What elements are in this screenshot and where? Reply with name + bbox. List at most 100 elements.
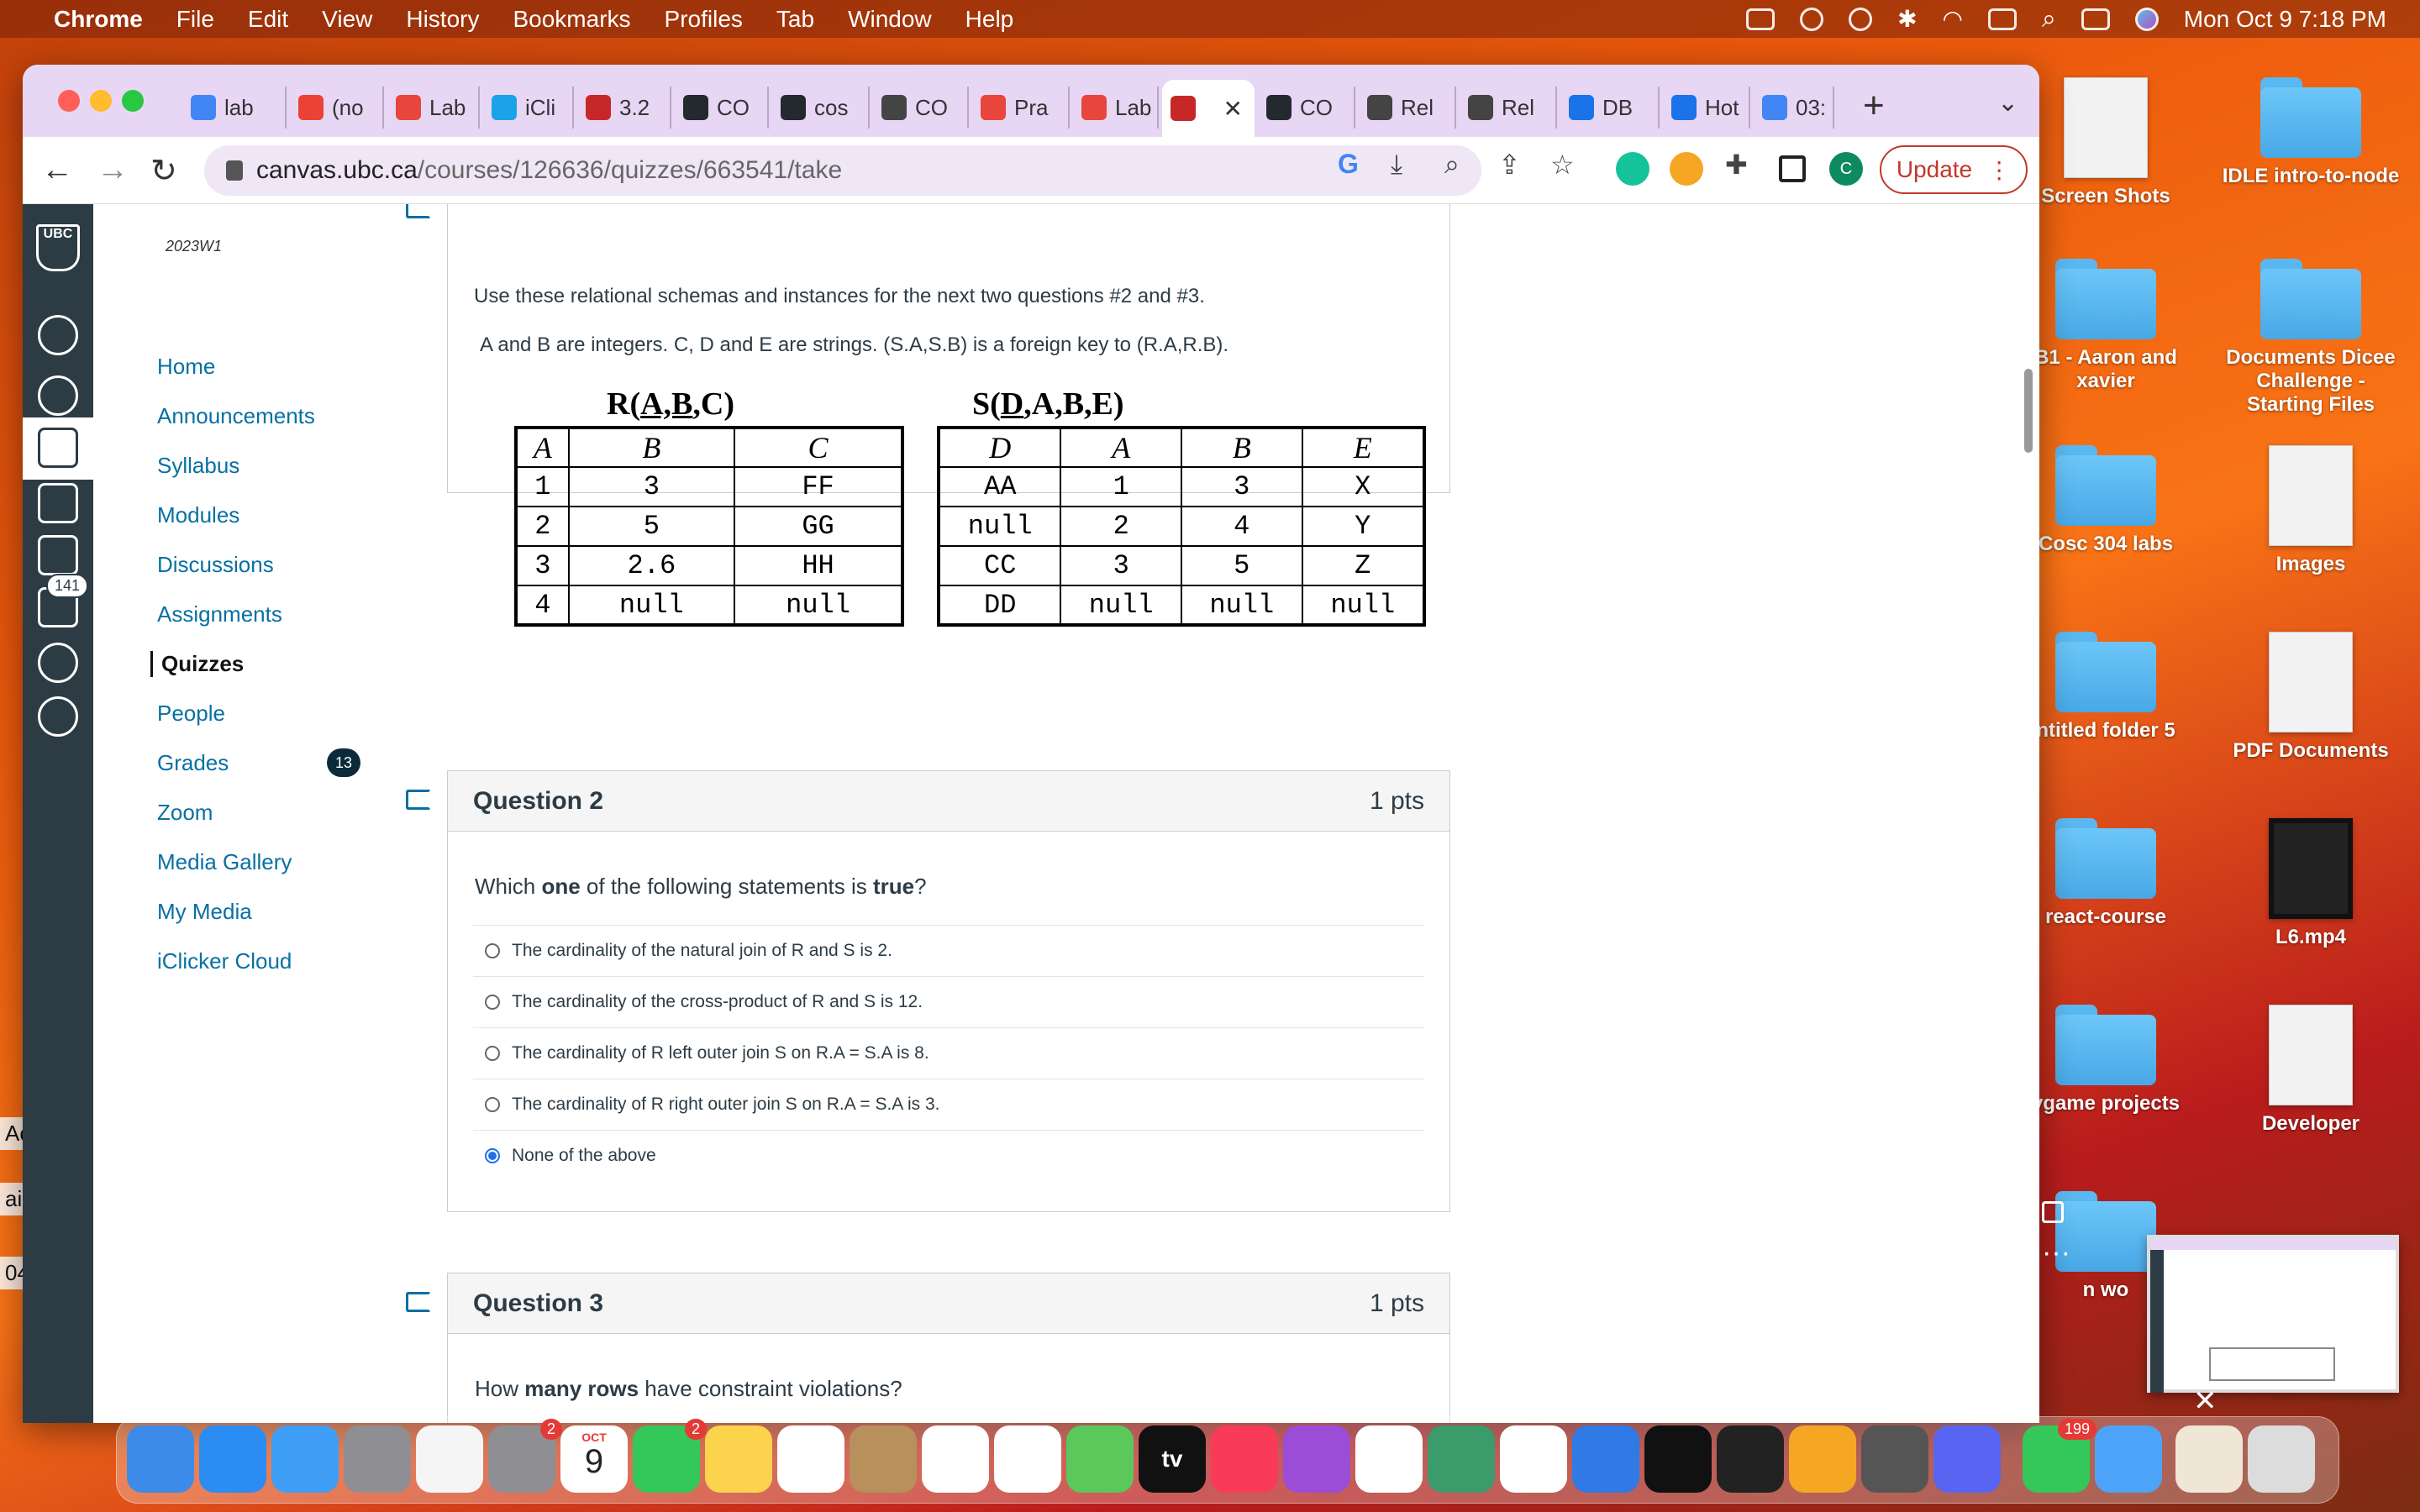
desktop-item[interactable]: IDLE intro-to-node [2218,77,2403,188]
maps-icon[interactable] [1066,1425,1134,1493]
browser-tab[interactable]: 3.2 [577,87,671,129]
screenshot-thumbnail[interactable] [2147,1235,2399,1393]
browser-tab[interactable]: lab [182,87,287,129]
menu-item[interactable]: History [406,6,479,33]
new-tab-icon[interactable]: + [1863,85,1885,127]
close-window-button[interactable] [58,90,80,112]
dashboard-icon[interactable] [38,375,78,416]
desktop-item[interactable]: B1 - Aaron and xavier [2013,259,2198,393]
course-nav-item[interactable]: People [157,701,225,727]
answer-radio[interactable] [485,1097,500,1112]
desktop-item[interactable]: Developer [2218,1005,2403,1136]
courses-icon[interactable] [38,428,78,468]
menu-item[interactable]: Help [965,6,1014,33]
flag-question-icon[interactable] [406,1292,431,1312]
install-app-icon[interactable]: ⤓ [1391,149,1402,181]
browser-tab[interactable]: 03: [1754,87,1834,129]
answer-radio[interactable] [485,943,500,958]
answer-option[interactable]: The cardinality of R right outer join S … [473,1079,1424,1130]
mail-icon[interactable] [271,1425,339,1493]
launchpad-icon[interactable] [344,1425,411,1493]
menu-clock[interactable]: Mon Oct 9 7:18 PM [2184,6,2386,33]
desktop-item[interactable]: ygame projects [2013,1005,2198,1116]
browser-tab[interactable]: Lab [1073,87,1159,129]
facetime-icon[interactable]: 2 [633,1419,707,1493]
news-icon[interactable] [1355,1425,1423,1493]
course-nav-item[interactable]: Assignments [157,601,282,627]
desktop-item[interactable]: Screen Shots [2013,77,2198,208]
side-panel-icon[interactable] [1779,155,1806,182]
notes-icon[interactable] [705,1425,772,1493]
kebab-menu-icon[interactable]: ⋮ [1987,156,2011,184]
settings-icon[interactable]: 2 [488,1419,562,1493]
close-thumbnail-icon[interactable]: ✕ [2193,1384,2217,1418]
airdrop-icon[interactable] [1800,7,1824,31]
appletv-icon[interactable]: tv [1139,1425,1206,1493]
answer-radio[interactable] [485,1046,500,1061]
more-dots-icon[interactable]: ··· [2042,1236,2084,1269]
menu-item[interactable]: Chrome [54,6,143,33]
zoom-icon[interactable]: ⌕ [1444,149,1460,181]
minimize-window-button[interactable] [90,90,112,112]
calendar-icon[interactable] [38,535,78,575]
spotify-icon[interactable] [1644,1425,1712,1493]
browser-tab[interactable]: CO [675,87,769,129]
browser-tab[interactable]: (no [290,87,384,129]
focus-moon-icon[interactable] [1849,7,1873,31]
course-nav-item[interactable]: Modules [157,502,239,528]
forward-icon[interactable]: → [97,152,129,188]
course-nav-item[interactable]: Announcements [157,403,315,429]
browser-tab[interactable]: ✕ [1162,80,1255,137]
page-scrollbar[interactable] [2024,369,2033,453]
course-nav-item[interactable]: Grades [157,750,229,776]
extension-icon[interactable] [1670,152,1703,186]
spotlight-search-icon[interactable]: ⌕ [2042,5,2056,34]
extensions-puzzle-icon[interactable]: ✚ [1725,149,1748,181]
discord-icon[interactable] [1933,1425,2001,1493]
flag-question-icon[interactable] [406,790,431,810]
music-icon[interactable] [1211,1425,1278,1493]
browser-tab[interactable]: Hot [1663,87,1750,129]
groups-icon[interactable] [38,483,78,523]
menu-item[interactable]: File [176,6,214,33]
messages-icon[interactable]: 199 [2023,1419,2096,1493]
desktop-item[interactable]: Images [2218,445,2403,576]
close-tab-icon[interactable]: ✕ [1223,95,1243,123]
browser-tab[interactable]: Pra [972,87,1070,129]
contacts-icon[interactable] [850,1425,917,1493]
wifi-icon[interactable]: ◠ [1943,5,1963,33]
desktop-item[interactable]: Documents Dicee Challenge - Starting Fil… [2218,259,2403,417]
battery-icon[interactable] [1987,8,2017,30]
desktop-item[interactable]: react-course [2013,818,2198,929]
browser-tab[interactable]: Rel [1359,87,1456,129]
answer-radio[interactable] [485,1148,500,1163]
share-icon[interactable]: ⇪ [1498,149,1521,181]
browser-tab[interactable]: iCli [483,87,574,129]
answer-option[interactable]: The cardinality of the cross-product of … [473,976,1424,1027]
reminders-icon[interactable] [922,1425,989,1493]
desktop-item[interactable]: Cosc 304 labs [2013,445,2198,556]
menu-item[interactable]: Profiles [665,6,743,33]
browser-tab[interactable]: Lab [387,87,480,129]
grammarly-icon[interactable] [1616,152,1649,186]
numbers-icon[interactable] [1500,1425,1567,1493]
bookmark-star-icon[interactable]: ☆ [1550,149,1575,181]
google-lens-icon[interactable]: G [1338,149,1359,180]
update-button[interactable]: Update ⋮ [1880,145,2028,194]
bluetooth-icon[interactable]: ✱ [1897,5,1917,33]
menu-item[interactable]: Window [848,6,932,33]
calendar-icon[interactable]: OCT 9 [560,1425,628,1493]
course-nav-item[interactable]: Syllabus [157,453,239,479]
course-nav-item[interactable]: Home [157,354,215,380]
browser-tab[interactable]: CO [873,87,969,129]
history-icon[interactable] [38,643,78,683]
podcasts-icon[interactable] [1283,1425,1350,1493]
elephant-icon[interactable] [1746,8,1776,30]
siri-icon[interactable] [2134,7,2159,31]
freeform-icon[interactable] [777,1425,844,1493]
course-nav-item[interactable]: Quizzes [150,651,244,677]
tab-search-chevron-icon[interactable]: ⌄ [1997,88,2018,118]
course-nav-item[interactable]: Zoom [157,800,213,826]
menu-item[interactable]: View [322,6,372,33]
stage-manager-widget[interactable]: ··· [2042,1201,2084,1294]
